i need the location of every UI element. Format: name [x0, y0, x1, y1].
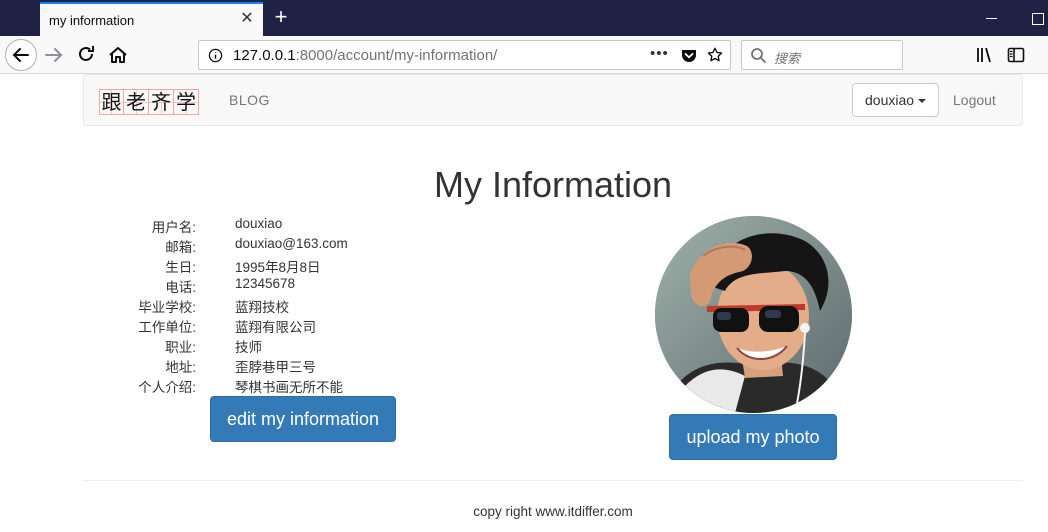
nav-blog-link[interactable]: BLOG — [229, 92, 270, 108]
user-menu-label: douxiao — [865, 92, 915, 108]
site-logo[interactable]: 跟 老 齐 学 — [99, 89, 200, 115]
info-value: 歪脖巷甲三号 — [235, 360, 316, 375]
info-label: 电话: — [165, 280, 196, 295]
logout-link[interactable]: Logout — [953, 92, 996, 108]
info-row: 生日: 1995年8月8日 — [100, 256, 500, 276]
page-title: My Information — [433, 164, 673, 205]
info-row: 用户名: douxiao — [100, 216, 500, 236]
address-bar[interactable]: 127.0.0.1:8000/account/my-information/ •… — [198, 40, 731, 70]
info-value: 蓝翔有限公司 — [235, 320, 316, 335]
avatar — [655, 216, 852, 413]
info-label: 职业: — [165, 340, 196, 355]
browser-tab-bar: my information ✕ + — [0, 0, 1048, 36]
info-row: 毕业学校: 蓝翔技校 — [100, 296, 500, 316]
url-path: :8000/account/my-information/ — [295, 47, 498, 64]
info-row: 邮箱: douxiao@163.com — [100, 236, 500, 256]
info-row: 地址: 歪脖巷甲三号 — [100, 356, 500, 376]
back-arrow-icon — [12, 48, 29, 62]
home-icon[interactable] — [106, 43, 130, 67]
edit-information-button[interactable]: edit my information — [210, 396, 396, 442]
tab-close-icon[interactable]: ✕ — [238, 10, 256, 28]
page-actions-icon[interactable]: ••• — [650, 45, 669, 62]
user-menu-dropdown[interactable]: douxiao — [852, 83, 939, 117]
info-label: 邮箱: — [165, 240, 196, 255]
profile-photo — [655, 216, 852, 413]
info-label: 生日: — [165, 260, 196, 275]
info-label: 工作单位: — [138, 320, 196, 335]
sidebar-icon[interactable] — [1006, 45, 1026, 65]
library-icon[interactable] — [975, 45, 995, 65]
site-navbar: 跟 老 齐 学 BLOG douxiao Logout — [83, 74, 1023, 126]
logo-char: 齐 — [149, 89, 174, 115]
pocket-icon[interactable] — [681, 48, 697, 63]
footer-divider — [83, 480, 1023, 481]
tab-title: my information — [49, 13, 135, 28]
back-button[interactable] — [5, 39, 37, 71]
browser-toolbar: 127.0.0.1:8000/account/my-information/ •… — [0, 36, 1048, 74]
caret-down-icon — [918, 99, 927, 104]
window-maximize-icon[interactable] — [1028, 8, 1048, 28]
info-value: 琴棋书画无所不能 — [235, 380, 343, 395]
info-label: 个人介绍: — [138, 380, 196, 395]
info-label: 用户名: — [151, 220, 196, 235]
info-value: 蓝翔技校 — [235, 300, 289, 315]
bookmark-star-icon[interactable] — [706, 46, 724, 64]
info-label: 地址: — [165, 360, 196, 375]
browser-tab-active[interactable]: my information ✕ — [40, 2, 263, 36]
forward-arrow-icon[interactable] — [42, 43, 66, 67]
tab-strip-left — [0, 0, 40, 36]
info-value: 1995年8月8日 — [235, 260, 321, 275]
info-value: 技师 — [235, 340, 262, 355]
page-content: 跟 老 齐 学 BLOG douxiao Logout My Informati… — [0, 74, 1048, 532]
info-value: 12345678 — [235, 276, 296, 291]
info-row: 电话: 12345678 — [100, 276, 500, 296]
search-placeholder: 搜索 — [774, 51, 801, 66]
site-info-icon[interactable] — [208, 48, 223, 63]
url-host: 127.0.0.1 — [233, 47, 296, 64]
window-minimize-icon[interactable] — [982, 8, 1002, 28]
logo-char: 跟 — [99, 89, 124, 115]
upload-photo-button[interactable]: upload my photo — [669, 414, 837, 460]
search-icon — [751, 48, 767, 64]
footer-text: copy right www.itdiffer.com — [473, 504, 633, 519]
info-label: 毕业学校: — [138, 300, 196, 315]
new-tab-icon[interactable]: + — [269, 5, 293, 29]
search-bar[interactable]: 搜索 — [741, 40, 903, 70]
info-value: douxiao@163.com — [235, 236, 348, 251]
info-row: 工作单位: 蓝翔有限公司 — [100, 316, 500, 336]
reload-icon[interactable] — [74, 43, 98, 67]
logo-char: 老 — [124, 89, 149, 115]
info-row: 个人介绍: 琴棋书画无所不能 — [100, 376, 500, 396]
logo-char: 学 — [174, 89, 199, 115]
info-row: 职业: 技师 — [100, 336, 500, 356]
url-text[interactable]: 127.0.0.1:8000/account/my-information/ — [233, 47, 497, 64]
info-value: douxiao — [235, 216, 283, 231]
